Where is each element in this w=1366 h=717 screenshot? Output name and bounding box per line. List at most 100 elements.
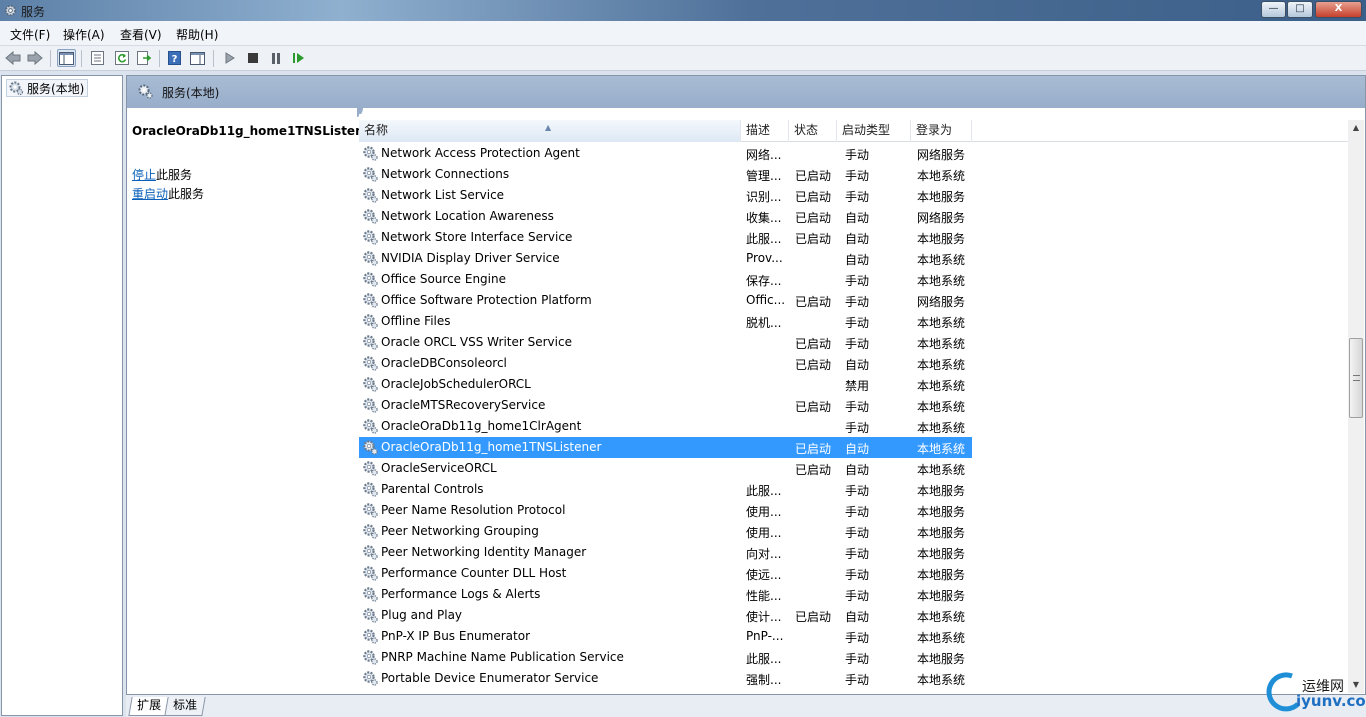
service-startup-type-cell: 手动 [845, 652, 870, 666]
tab-extended[interactable]: 扩展 [128, 697, 170, 716]
service-logon-cell: 网络服务 [917, 295, 966, 309]
table-row[interactable]: Network List Service 识别... 已启动 手动 本地服务 [359, 185, 972, 206]
service-description-cell: 此服... [746, 652, 782, 666]
table-row[interactable]: Peer Name Resolution Protocol 使用... 手动 本地服务 [359, 500, 972, 521]
service-name-cell: Parental Controls [381, 482, 484, 496]
refresh-icon[interactable] [112, 49, 131, 67]
table-row[interactable]: Performance Counter DLL Host 使远... 手动 本地服务 [359, 563, 972, 584]
table-row[interactable]: Portable Device Enumerator Service 强制... 手… [359, 668, 972, 689]
column-header-startup-type[interactable]: 启动类型 [837, 120, 911, 142]
table-row[interactable]: PnP-X IP Bus Enumerator PnP-... 手动 本地系统 [359, 626, 972, 647]
service-description-cell: Prov... [746, 251, 783, 265]
service-status-cell: 已启动 [795, 169, 832, 183]
scrollbar-thumb[interactable] [1349, 338, 1363, 418]
table-row[interactable]: OracleOraDb11g_home1TNSListener 已启动 自动 本地系统 [359, 437, 972, 458]
service-startup-type-cell: 自动 [845, 463, 870, 477]
column-header-log-on-as[interactable]: 登录为 [911, 120, 972, 142]
table-row[interactable]: Network Connections 管理... 已启动 手动 本地系统 [359, 164, 972, 185]
pause-service-icon[interactable] [266, 49, 285, 67]
service-logon-cell: 本地服务 [917, 484, 966, 498]
service-gear-icon [362, 208, 379, 225]
service-name-cell: OracleOraDb11g_home1ClrAgent [381, 419, 582, 433]
back-arrow-icon[interactable] [3, 49, 22, 67]
service-startup-type-cell: 手动 [845, 295, 870, 309]
service-name-cell: PNRP Machine Name Publication Service [381, 650, 624, 664]
service-description-cell: 脱机... [746, 316, 782, 330]
service-startup-type-cell: 手动 [845, 526, 870, 540]
service-description-cell: 此服... [746, 232, 782, 246]
table-row[interactable]: OracleDBConsoleorcl 已启动 自动 本地系统 [359, 353, 972, 374]
menu-file[interactable]: 文件(F) [10, 26, 50, 43]
service-name-cell: Plug and Play [381, 608, 463, 622]
table-row[interactable]: Peer Networking Grouping 使用... 手动 本地服务 [359, 521, 972, 542]
table-row[interactable]: Plug and Play 使计... 已启动 自动 本地系统 [359, 605, 972, 626]
service-logon-cell: 本地服务 [917, 526, 966, 540]
stop-service-link[interactable]: 停止 [132, 168, 156, 182]
service-gear-icon [362, 355, 379, 372]
table-row[interactable]: OracleJobSchedulerORCL 禁用 本地系统 [359, 374, 972, 395]
service-name-cell: Offline Files [381, 314, 451, 328]
table-row[interactable]: OracleMTSRecoveryService 已启动 手动 本地系统 [359, 395, 972, 416]
service-gear-icon [362, 670, 379, 687]
table-row[interactable]: OracleServiceORCL 已启动 自动 本地系统 [359, 458, 972, 479]
service-startup-type-cell: 自动 [845, 358, 870, 372]
table-row[interactable]: PNRP Machine Name Publication Service 此服.… [359, 647, 972, 668]
properties-icon[interactable] [88, 49, 107, 67]
tab-standard[interactable]: 标准 [164, 697, 206, 716]
service-gear-icon [362, 313, 379, 330]
tree-node-services-local[interactable]: 服务(本地) [6, 79, 89, 97]
help-icon[interactable]: ? [165, 49, 184, 67]
service-description-cell: 使计... [746, 610, 782, 624]
scroll-up-arrow-icon[interactable]: ▲ [1348, 120, 1364, 136]
restart-service-link[interactable]: 重启动 [132, 187, 168, 201]
column-header-status[interactable]: 状态 [789, 120, 837, 142]
service-logon-cell: 本地服务 [917, 547, 966, 561]
service-name-cell: Peer Networking Identity Manager [381, 545, 587, 559]
start-service-icon[interactable] [220, 49, 239, 67]
column-header-name[interactable]: ▲ 名称 [359, 120, 741, 142]
export-list-icon[interactable] [135, 49, 154, 67]
table-row[interactable]: Offline Files 脱机... 手动 本地系统 [359, 311, 972, 332]
service-logon-cell: 本地系统 [917, 610, 966, 624]
service-startup-type-cell: 手动 [845, 169, 870, 183]
table-row[interactable]: NVIDIA Display Driver Service Prov... 自动 本地… [359, 248, 972, 269]
service-name-cell: OracleOraDb11g_home1TNSListener [381, 440, 602, 454]
service-description-cell: 识别... [746, 190, 782, 204]
service-name-cell: Network List Service [381, 188, 505, 202]
table-row[interactable]: Office Source Engine 保存... 手动 本地系统 [359, 269, 972, 290]
toolbar-separator [50, 50, 51, 67]
forward-arrow-icon[interactable] [25, 49, 44, 67]
menu-help[interactable]: 帮助(H) [176, 26, 218, 43]
console-icon[interactable] [188, 49, 207, 67]
resume-service-icon[interactable] [289, 49, 308, 67]
table-row[interactable]: OracleOraDb11g_home1ClrAgent 手动 本地系统 [359, 416, 972, 437]
table-row[interactable]: Network Location Awareness 收集... 已启动 自动 网络服务 [359, 206, 972, 227]
close-button[interactable]: X [1315, 1, 1362, 18]
service-status-cell: 已启动 [795, 190, 832, 204]
service-gear-icon [362, 250, 379, 267]
table-row[interactable]: Performance Logs & Alerts 性能... 手动 本地服务 [359, 584, 972, 605]
table-row[interactable]: Network Access Protection Agent 网络... 手动 网络… [359, 143, 972, 164]
menu-action[interactable]: 操作(A) [63, 26, 105, 43]
minimize-button[interactable]: — [1261, 1, 1286, 18]
table-row[interactable]: Oracle ORCL VSS Writer Service 已启动 手动 本地系统 [359, 332, 972, 353]
maximize-button[interactable]: □ [1287, 1, 1313, 18]
service-gear-icon [362, 334, 379, 351]
menu-view[interactable]: 查看(V) [120, 26, 162, 43]
service-name-cell: Oracle ORCL VSS Writer Service [381, 335, 572, 349]
service-startup-type-cell: 自动 [845, 232, 870, 246]
show-tree-icon[interactable] [57, 49, 76, 67]
service-gear-icon [362, 397, 379, 414]
view-tabs: 扩展 标准 [126, 695, 1366, 717]
service-logon-cell: 本地系统 [917, 442, 966, 456]
table-row[interactable]: Office Software Protection Platform Offic… [359, 290, 972, 311]
service-logon-cell: 本地服务 [917, 652, 966, 666]
table-row[interactable]: Peer Networking Identity Manager 向对... 手动 本… [359, 542, 972, 563]
stop-service-icon[interactable] [243, 49, 262, 67]
column-header-description[interactable]: 描述 [741, 120, 789, 142]
vertical-scrollbar[interactable]: ▲ ▼ [1348, 120, 1364, 693]
table-row[interactable]: Network Store Interface Service 此服... 已启动自… [359, 227, 972, 248]
tree-node-label: 服务(本地) [27, 81, 85, 96]
table-row[interactable]: Parental Controls 此服... 手动 本地服务 [359, 479, 972, 500]
service-name-cell: Office Software Protection Platform [381, 293, 592, 307]
